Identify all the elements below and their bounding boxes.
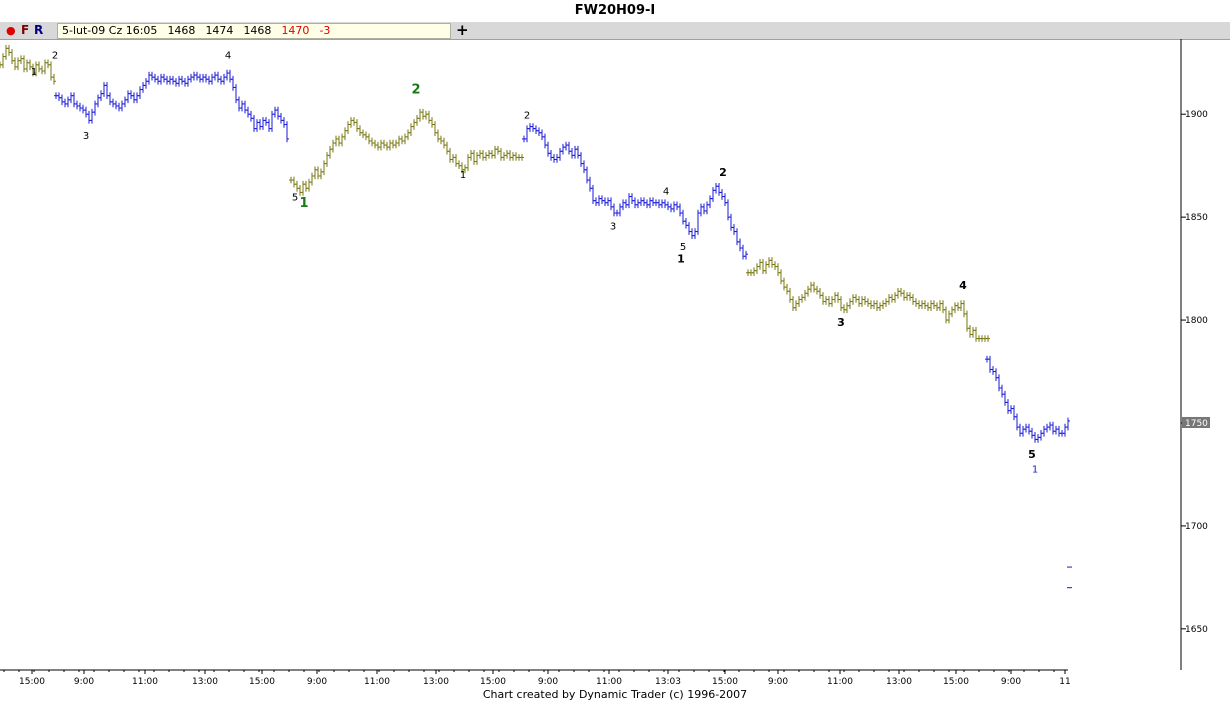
y-tick-label: 1700 [1185, 522, 1208, 532]
x-tick-label: 9:00 [74, 677, 94, 687]
x-tick-label: 13:03 [655, 677, 681, 687]
y-tick-label: 1900 [1185, 110, 1208, 120]
chart-title: FW20H09-I [574, 3, 656, 18]
wave-label: 3 [83, 131, 89, 142]
quote-date: 5-lut-09 Cz 16:05 [62, 24, 158, 37]
x-tick-label: 13:00 [886, 677, 912, 687]
x-tick-label: 9:00 [768, 677, 788, 687]
title-bar: FW20H09-I [0, 0, 1230, 23]
quote-open: 1468 [167, 24, 196, 37]
footer-credit: Chart created by Dynamic Trader (c) 1996… [482, 688, 748, 701]
y-tick-label: 1650 [1185, 625, 1208, 635]
x-tick-label: 11:00 [132, 677, 158, 687]
wave-label: 1 [677, 252, 685, 265]
crosshair-icon[interactable]: + [456, 21, 469, 39]
wave-label: 5 [680, 242, 686, 253]
x-tick-label: 11:00 [827, 677, 853, 687]
wave-label: 2 [524, 110, 530, 121]
wave-label: 4 [225, 51, 231, 62]
wave-label: 5 [292, 193, 298, 204]
record-dot-icon[interactable]: ● [6, 24, 16, 37]
quote-change: -3 [319, 24, 331, 37]
x-tick-label: 13:00 [423, 677, 449, 687]
wave-label: 2 [52, 51, 58, 62]
toolbar: ● F R 5-lut-09 Cz 16:05 1468 1474 1468 1470-… [0, 21, 1230, 40]
wave-label: 1 [31, 67, 37, 78]
r-button[interactable]: R [34, 23, 43, 37]
wave-label: 3 [837, 316, 845, 329]
wave-label: 2 [411, 83, 420, 98]
x-tick-label: 11 [1059, 677, 1070, 687]
x-tick-label: 15:00 [943, 677, 969, 687]
price-chart[interactable]: 165017001750180018501900195015:009:0011:… [0, 39, 1230, 688]
f-button[interactable]: F [21, 23, 29, 37]
x-tick-label: 15:00 [480, 677, 506, 687]
quote-high: 1474 [205, 24, 234, 37]
quote-low: 1468 [243, 24, 272, 37]
quote-box: 5-lut-09 Cz 16:05 1468 1474 1468 1470 -3 [57, 23, 451, 39]
wave-label: 3 [610, 221, 616, 232]
wave-label: 2 [719, 166, 727, 179]
wave-label: 1 [299, 196, 308, 211]
x-tick-label: 15:00 [712, 677, 738, 687]
wave-label: 1 [460, 170, 466, 181]
wave-label: 4 [663, 186, 669, 197]
x-tick-label: 9:00 [538, 677, 558, 687]
wave-label: 4 [959, 279, 967, 292]
x-tick-label: 9:00 [307, 677, 327, 687]
wave-label: 1 [1032, 464, 1038, 475]
x-tick-label: 11:00 [364, 677, 390, 687]
wave-label: 5 [1028, 448, 1036, 461]
x-tick-label: 15:00 [249, 677, 275, 687]
y-tick-label: 1850 [1185, 213, 1208, 223]
y-tick-label: 1800 [1185, 316, 1208, 326]
x-tick-label: 15:00 [19, 677, 45, 687]
x-tick-label: 11:00 [596, 677, 622, 687]
x-tick-label: 13:00 [192, 677, 218, 687]
quote-close: 1470 [281, 24, 310, 37]
x-tick-label: 9:00 [1001, 677, 1021, 687]
last-price-label: 1750 [1185, 419, 1208, 429]
